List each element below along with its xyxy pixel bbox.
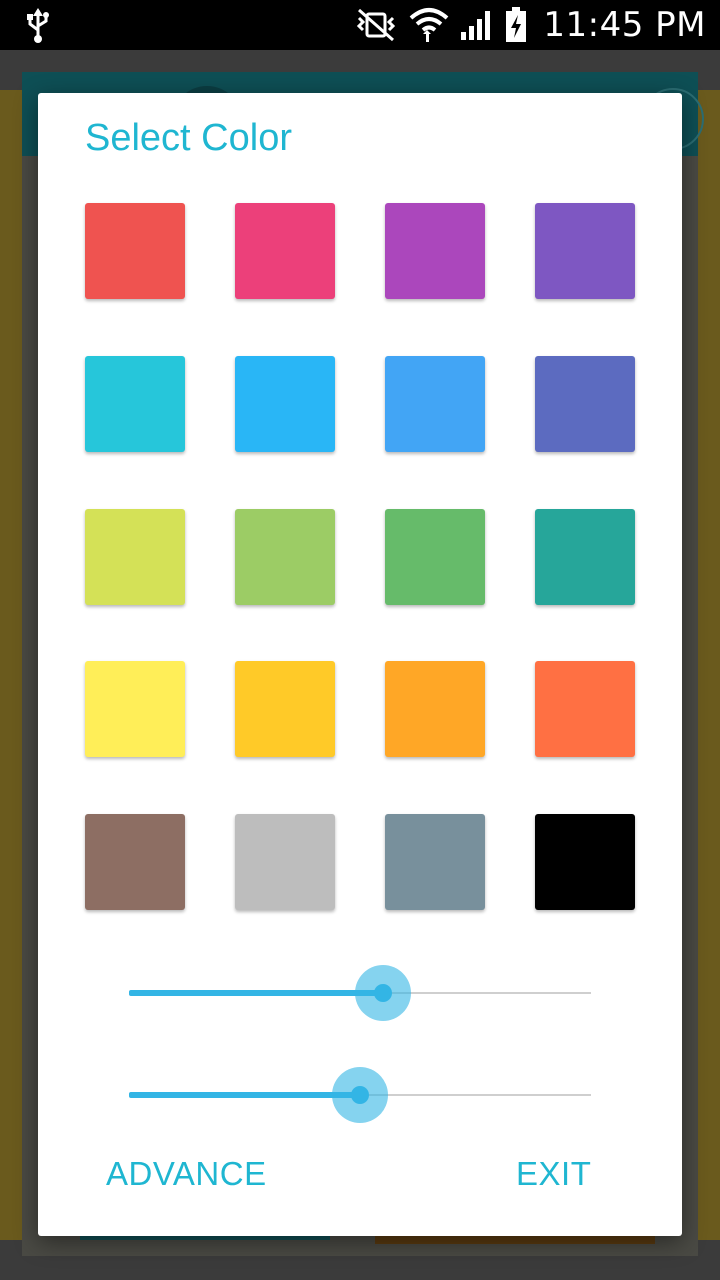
color-swatch-yellow[interactable] <box>85 661 185 757</box>
mute-vibrate-icon <box>357 8 396 42</box>
color-swatch-indigo[interactable] <box>535 356 635 452</box>
color-swatch-grey[interactable] <box>235 814 335 910</box>
status-time: 11:45 PM <box>543 5 706 45</box>
color-swatch-amber[interactable] <box>235 661 335 757</box>
advance-button[interactable]: ADVANCE <box>106 1155 267 1193</box>
color-swatch-brown[interactable] <box>85 814 185 910</box>
color-swatch-green[interactable] <box>385 509 485 605</box>
color-swatch-purple[interactable] <box>385 203 485 299</box>
backdrop-edge-right <box>698 90 720 1240</box>
color-swatch-red[interactable] <box>85 203 185 299</box>
color-swatch-light-blue[interactable] <box>235 356 335 452</box>
color-swatch-deep-orange[interactable] <box>535 661 635 757</box>
battery-charging-icon <box>506 7 527 42</box>
color-picker-dialog: Select Color ADVANCE EXIT <box>38 93 682 1236</box>
wifi-icon <box>410 8 449 42</box>
color-swatch-orange[interactable] <box>385 661 485 757</box>
color-swatch-black[interactable] <box>535 814 635 910</box>
usb-icon <box>27 8 49 43</box>
slider-fill <box>129 1092 360 1098</box>
backdrop-edge-left <box>0 90 22 1240</box>
exit-button[interactable]: EXIT <box>516 1155 591 1193</box>
color-swatch-blue-grey[interactable] <box>385 814 485 910</box>
dialog-title: Select Color <box>85 117 292 159</box>
color-swatch-deep-purple[interactable] <box>535 203 635 299</box>
slider-thumb[interactable] <box>351 1086 369 1104</box>
color-swatch-lime[interactable] <box>85 509 185 605</box>
color-swatch-light-green[interactable] <box>235 509 335 605</box>
color-swatch-cyan[interactable] <box>85 356 185 452</box>
slider-2[interactable] <box>129 1065 591 1125</box>
slider-fill <box>129 990 383 996</box>
color-swatch-pink[interactable] <box>235 203 335 299</box>
slider-1[interactable] <box>129 963 591 1023</box>
color-swatch-teal[interactable] <box>535 509 635 605</box>
color-swatch-blue[interactable] <box>385 356 485 452</box>
slider-thumb[interactable] <box>374 984 392 1002</box>
signal-icon <box>461 11 491 40</box>
